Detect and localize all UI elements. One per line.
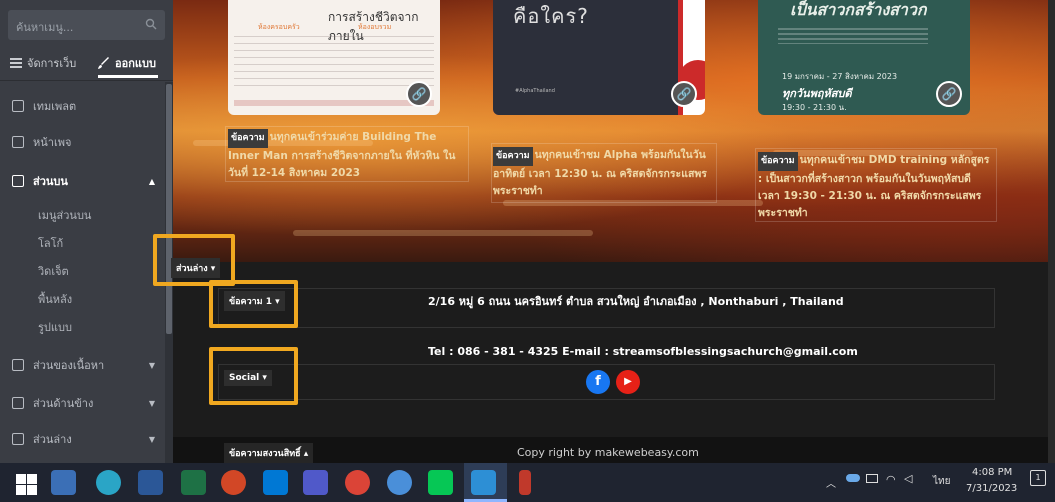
sidebar-item-header[interactable]: ส่วนบน ▲ — [0, 167, 165, 195]
onedrive-icon[interactable] — [846, 474, 860, 482]
app-icon[interactable] — [519, 470, 531, 495]
windows-start-icon[interactable] — [14, 470, 39, 495]
card-day: ทุกวันพฤหัสบดี — [782, 87, 852, 100]
sidebar-item-page[interactable]: หน้าเพจ — [0, 128, 165, 156]
page-scrollbar[interactable] — [1048, 0, 1055, 463]
footer-section-icon — [12, 433, 24, 445]
highlight-box — [153, 234, 235, 286]
search-placeholder: ค้นหาเมนู... — [16, 21, 74, 34]
sidebar-subitem-top-menu[interactable]: เมนูส่วนบน — [38, 206, 91, 224]
photos-icon[interactable] — [471, 470, 496, 495]
language-indicator[interactable]: ไทย — [933, 474, 950, 489]
file-explorer-icon[interactable] — [51, 470, 76, 495]
tab-design-label: ออกแบบ — [115, 57, 156, 70]
sidebar-item-template[interactable]: เทมเพลต — [0, 92, 165, 120]
event-card-dmd[interactable]: เป็นสาวกสร้างสาวก 19 มกราคม - 27 สิงหาคม… — [758, 0, 970, 115]
cloud-streak — [293, 230, 593, 236]
footer-address: 2/16 หมู่ 6 ถนน นครอินทร์ ตำบล สวนใหญ่ อ… — [428, 295, 844, 308]
card-title: คือใคร? — [513, 4, 589, 28]
sidebar-item-side[interactable]: ส่วนด้านข้าง ▼ — [0, 389, 165, 417]
footer-contact: Tel : 086 - 381 - 4325 E-mail : streamso… — [428, 345, 858, 358]
powerpoint-icon[interactable] — [221, 470, 246, 495]
price-table-image — [234, 30, 434, 90]
youtube-icon[interactable]: ▶ — [616, 370, 640, 394]
card-subtext-lines — [778, 28, 928, 44]
tab-design[interactable]: ออกแบบ — [98, 48, 158, 78]
menu-search-input[interactable]: ค้นหาเมนู... — [8, 10, 165, 40]
caret-down-icon: ▼ — [148, 398, 155, 408]
text-widget-tag[interactable]: ข้อความ — [758, 152, 798, 171]
sidebar-subitem-widget[interactable]: วิดเจ็ต — [38, 262, 69, 280]
caret-down-icon: ▼ — [148, 360, 155, 370]
editor-sidebar: ค้นหาเมนู... จัดการเว็บ ออกแบบ เทมเพลต ห… — [0, 0, 173, 463]
battery-icon[interactable] — [866, 474, 878, 483]
notification-icon[interactable]: 1 — [1030, 470, 1046, 486]
facebook-icon[interactable]: f — [586, 370, 610, 394]
clock-time[interactable]: 4:08 PM — [972, 467, 1012, 478]
sidebar-subitem-style[interactable]: รูปแบบ — [38, 318, 72, 336]
copyright-widget-tag[interactable]: ข้อความสงวนสิทธิ์ ▴ — [224, 443, 314, 463]
sidebar-divider — [0, 80, 173, 81]
word-icon[interactable] — [138, 470, 163, 495]
sidebar-item-label: ส่วนบน — [33, 175, 68, 188]
card-time: 19:30 - 21:30 น. — [782, 103, 847, 112]
text-widget-tag[interactable]: ข้อความ — [228, 129, 268, 148]
chrome-profile-icon[interactable] — [387, 470, 412, 495]
highlight-box — [209, 280, 298, 328]
tray-overflow-icon[interactable]: ︿ — [826, 475, 836, 490]
caret-down-icon: ▼ — [148, 434, 155, 444]
brush-icon — [98, 57, 109, 69]
sidebar-subitem-background[interactable]: พื้นหลัง — [38, 290, 72, 308]
line-icon[interactable] — [428, 470, 453, 495]
highlight-box — [209, 347, 298, 405]
volume-icon[interactable]: ◁ — [904, 472, 912, 485]
excel-icon[interactable] — [181, 470, 206, 495]
sidebar-item-label: ส่วนด้านข้าง — [33, 397, 94, 410]
clock-date[interactable]: 7/31/2023 — [966, 483, 1017, 494]
outlook-icon[interactable] — [263, 470, 288, 495]
teams-icon[interactable] — [303, 470, 328, 495]
sidebar-item-content[interactable]: ส่วนของเนื้อหา ▼ — [0, 351, 165, 379]
link-icon[interactable]: 🔗 — [406, 81, 432, 107]
side-section-icon — [12, 397, 24, 409]
sidebar-tabs: จัดการเว็บ ออกแบบ — [0, 48, 173, 78]
tab-manage-web-label: จัดการเว็บ — [27, 57, 77, 70]
page-icon — [12, 136, 24, 148]
link-icon[interactable]: 🔗 — [936, 81, 962, 107]
sidebar-subitem-logo[interactable]: โลโก้ — [38, 234, 63, 252]
text-widget-tag[interactable]: ข้อความ — [493, 147, 533, 166]
header-section-icon — [12, 175, 24, 187]
event-description-1[interactable]: ข้อความ นทุกคนเข้าร่วมค่าย Building The I… — [228, 129, 468, 182]
card-footnote — [234, 100, 434, 106]
search-icon — [145, 18, 157, 30]
list-icon — [10, 58, 22, 68]
card-hashtag: #AlphaThailand — [515, 88, 555, 94]
copyright-text: Copy right by makewebeasy.com — [517, 446, 699, 459]
template-icon — [12, 100, 24, 112]
link-icon[interactable]: 🔗 — [671, 81, 697, 107]
card-date: 19 มกราคม - 27 สิงหาคม 2023 — [782, 72, 898, 81]
event-description-2[interactable]: ข้อความ นทุกคนเข้าชม Alpha พร้อมกันในวันอ… — [493, 147, 715, 200]
card-title: เป็นสาวกสร้างสาวก — [790, 0, 927, 19]
site-preview: การสร้างชีวิตจากภายใน ห้องครอบครัว ห้องอ… — [173, 0, 1055, 463]
wifi-icon[interactable]: ◠ — [886, 473, 896, 486]
tab-manage-web[interactable]: จัดการเว็บ — [10, 48, 76, 78]
sidebar-scrollbar-thumb[interactable] — [166, 84, 172, 334]
event-description-3[interactable]: ข้อความ นทุกคนเข้าชม DMD training หลักสูต… — [758, 152, 996, 222]
content-icon — [12, 359, 24, 371]
event-card-building[interactable]: การสร้างชีวิตจากภายใน ห้องครอบครัว ห้องอ… — [228, 0, 440, 115]
caret-up-icon: ▲ — [148, 176, 155, 186]
sidebar-item-label: เทมเพลต — [33, 100, 77, 113]
edge-browser-icon[interactable] — [96, 470, 121, 495]
sidebar-item-label: หน้าเพจ — [33, 136, 72, 149]
sidebar-item-label: ส่วนล่าง — [33, 433, 72, 446]
sidebar-item-label: ส่วนของเนื้อหา — [33, 359, 105, 372]
sidebar-item-footer[interactable]: ส่วนล่าง ▼ — [0, 425, 165, 453]
event-card-alpha[interactable]: คือใคร? #AlphaThailand 🔗 — [493, 0, 705, 115]
chrome-icon[interactable] — [345, 470, 370, 495]
